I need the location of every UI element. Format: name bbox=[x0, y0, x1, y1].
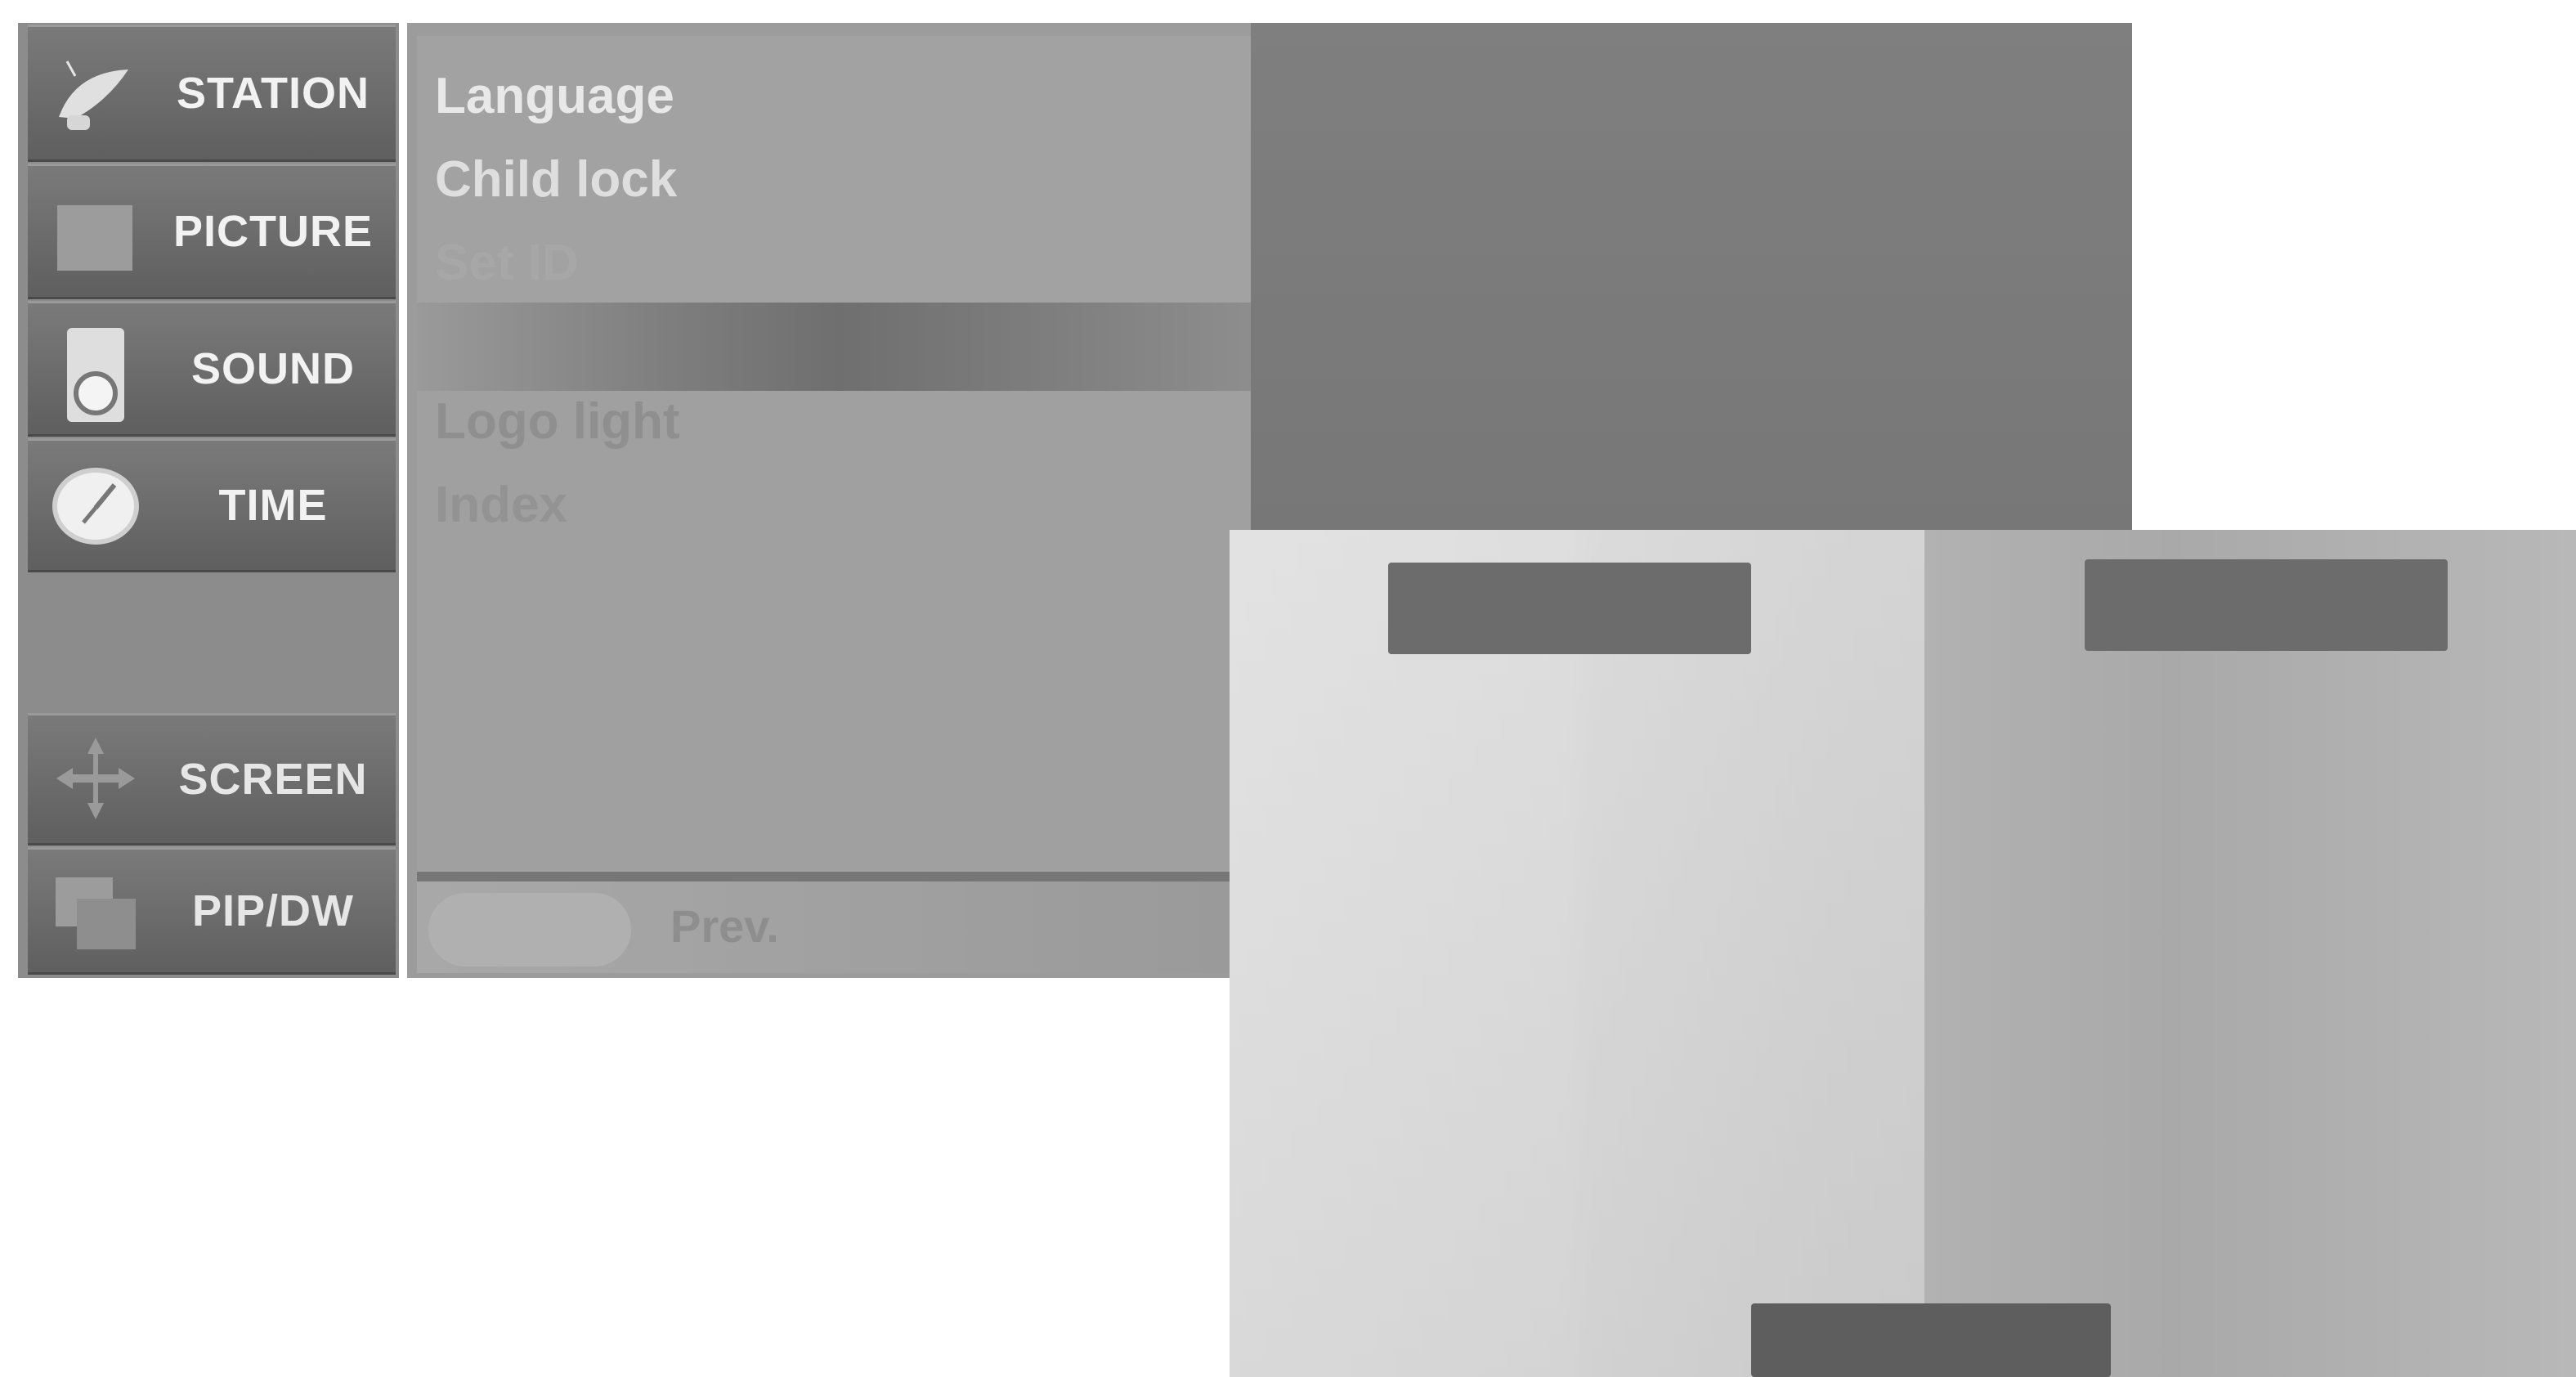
pip-windows-icon bbox=[51, 874, 136, 956]
prev-label: Prev. bbox=[670, 900, 779, 952]
clock-icon bbox=[51, 465, 139, 547]
submenu-item-index[interactable]: Index bbox=[435, 476, 567, 534]
photo-label-bottom bbox=[1751, 1303, 2111, 1377]
menu-item-sound[interactable]: SOUND bbox=[28, 301, 396, 437]
menu-label: SCREEN bbox=[178, 755, 368, 804]
footer-divider bbox=[417, 872, 1234, 881]
submenu-item-child-lock[interactable]: Child lock bbox=[435, 150, 677, 209]
move-arrows-icon bbox=[51, 733, 135, 819]
menu-item-screen[interactable]: SCREEN bbox=[28, 713, 396, 845]
picture-square-icon bbox=[51, 205, 139, 287]
menu-label: PIP/DW bbox=[191, 886, 354, 935]
submenu-item-logo-light[interactable]: Logo light bbox=[435, 392, 680, 451]
menu-item-picture[interactable]: PICTURE bbox=[28, 164, 396, 299]
submenu-lower-block bbox=[417, 391, 1259, 873]
submenu-selection-highlight bbox=[417, 303, 1259, 391]
prev-button[interactable] bbox=[428, 893, 631, 967]
menu-item-pip-dw[interactable]: PIP/DW bbox=[28, 847, 396, 975]
photo-label-left bbox=[1388, 563, 1751, 654]
menu-label: SOUND bbox=[190, 344, 355, 393]
menu-label: STATION bbox=[177, 69, 370, 118]
submenu-item-language[interactable]: Language bbox=[435, 67, 674, 125]
satellite-dish-icon bbox=[51, 60, 132, 141]
photo-light-panel bbox=[1230, 530, 1924, 1377]
background-photo bbox=[1230, 530, 2576, 1377]
submenu-item-set-id[interactable]: Set ID bbox=[435, 234, 579, 292]
menu-item-time[interactable]: TIME bbox=[28, 438, 396, 572]
overlay-panel bbox=[1251, 23, 2132, 530]
menu-label: TIME bbox=[218, 481, 328, 530]
menu-label: PICTURE bbox=[172, 207, 373, 256]
photo-label-right bbox=[2085, 559, 2448, 651]
menu-item-station[interactable]: STATION bbox=[28, 25, 396, 162]
speaker-icon bbox=[51, 328, 132, 422]
